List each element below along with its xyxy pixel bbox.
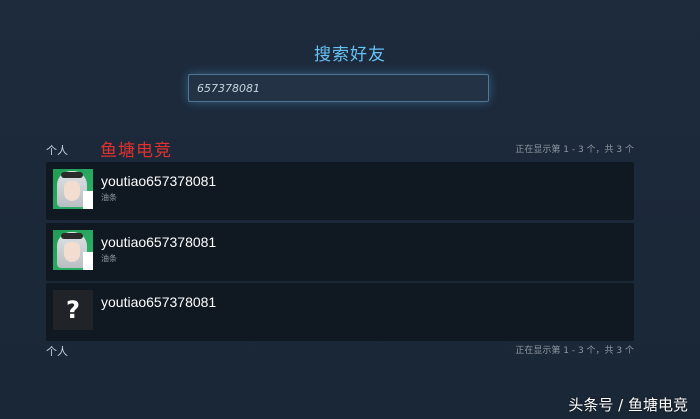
question-mark-icon: ? [53, 290, 93, 330]
anime-avatar-icon [53, 230, 93, 270]
search-friends-page: 搜索好友 个人 鱼塘电竞 正在显示第 1 - 3 个，共 3 个 youtiao… [0, 0, 700, 419]
avatar[interactable] [53, 169, 93, 209]
result-row[interactable]: youtiao657378081 油条 [46, 162, 634, 220]
result-name[interactable]: youtiao657378081 [101, 173, 216, 189]
page-title: 搜索好友 [314, 45, 386, 65]
search-field[interactable] [188, 74, 489, 102]
watermark-text: 头条号 / 鱼塘电竞 [568, 396, 688, 414]
result-row[interactable]: youtiao657378081 油条 [46, 223, 634, 281]
anime-avatar-icon [53, 169, 93, 209]
search-input[interactable] [197, 81, 488, 95]
result-name[interactable]: youtiao657378081 [101, 294, 216, 310]
result-name[interactable]: youtiao657378081 [101, 234, 216, 250]
results-count-top: 正在显示第 1 - 3 个，共 3 个 [515, 145, 634, 155]
brand-overlay-text: 鱼塘电竞 [100, 141, 172, 161]
result-row[interactable]: ? youtiao657378081 [46, 283, 634, 341]
avatar[interactable] [53, 230, 93, 270]
result-subtitle: 油条 [101, 193, 117, 202]
results-count-bottom: 正在显示第 1 - 3 个，共 3 个 [515, 346, 634, 356]
avatar[interactable]: ? [53, 290, 93, 330]
section-label-bottom: 个人 [46, 345, 68, 358]
result-subtitle: 油条 [101, 254, 117, 263]
section-label-top: 个人 [46, 144, 68, 157]
